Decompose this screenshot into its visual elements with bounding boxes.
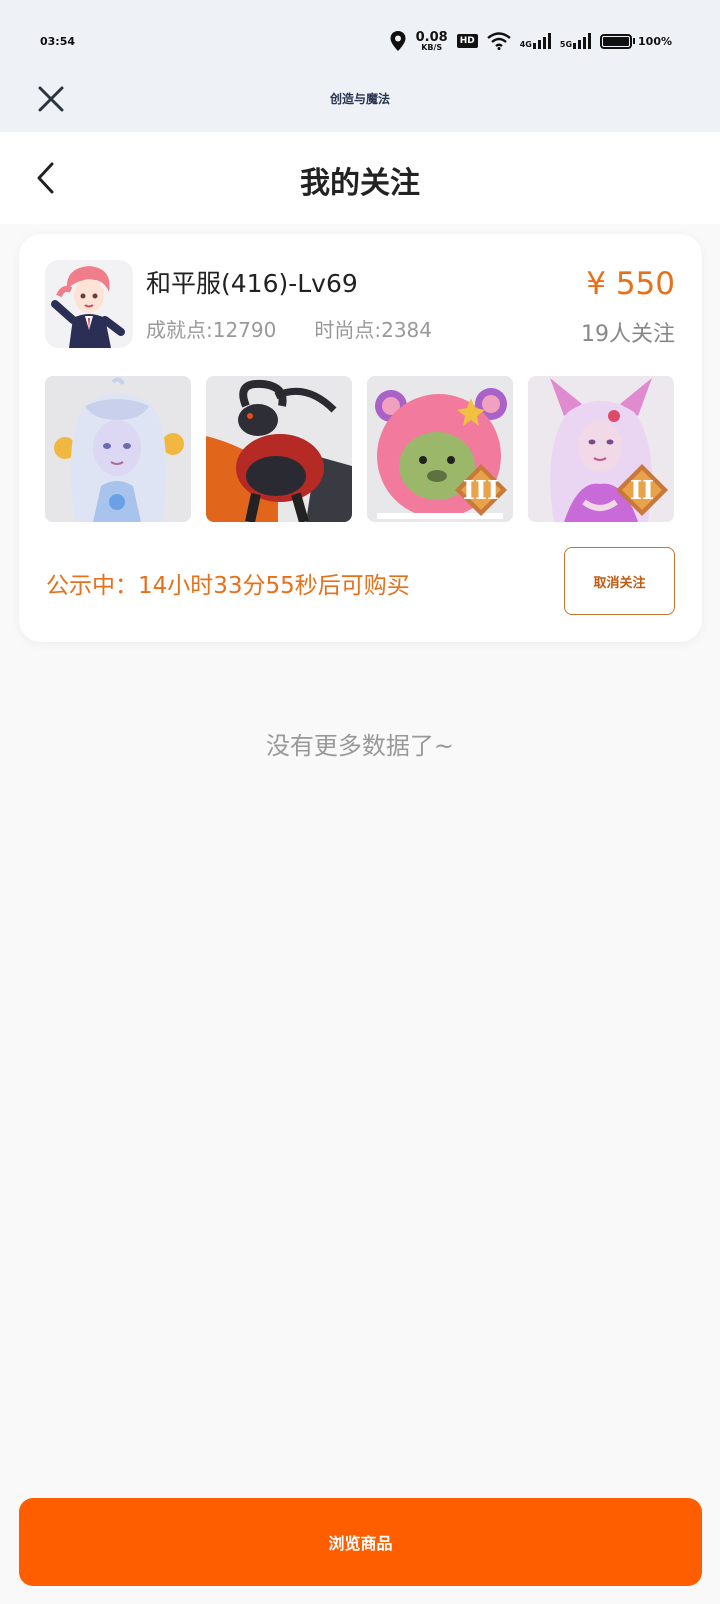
followed-item-card[interactable]: 和平服(416)-Lv69 成就点:12790 时尚点:2384 ¥ 550 1…	[19, 234, 702, 642]
miniprogram-title: 创造与魔法	[329, 92, 390, 106]
price: ¥ 550	[586, 266, 675, 302]
thumbnail-black-goat-beast[interactable]	[206, 376, 352, 522]
character-avatar	[45, 260, 133, 348]
account-stats: 成就点:12790 时尚点:2384	[146, 314, 432, 343]
page-header: 我的关注	[0, 132, 720, 224]
follower-count: 19人关注	[581, 322, 675, 347]
status-bar: 03:54 0.08 KB/S HD 4G 5G 100%	[0, 0, 720, 84]
browse-products-button[interactable]: 浏览商品	[19, 1498, 702, 1586]
thumbnail-fox-ear-character[interactable]: II	[528, 376, 674, 522]
item-thumbnails: III II	[45, 376, 674, 522]
thumbnail-white-hair-character[interactable]	[45, 376, 191, 522]
status-icons: 0.08 KB/S HD 4G 5G 100%	[389, 28, 672, 54]
signal-5g-icon: 5G	[560, 33, 592, 49]
list-end-text: 没有更多数据了~	[265, 732, 455, 760]
unfollow-button[interactable]: 取消关注	[564, 547, 675, 615]
tier-badge: II	[630, 476, 654, 506]
tier-badge: III	[463, 476, 500, 506]
wifi-icon	[486, 32, 511, 50]
achievement-points: 成就点:12790	[146, 318, 277, 342]
location-icon	[390, 31, 406, 51]
account-name: 和平服(416)-Lv69	[146, 269, 358, 298]
publicity-countdown: 公示中：14小时33分55秒后可购买	[46, 573, 410, 599]
miniprogram-titlebar: 创造与魔法	[0, 84, 720, 132]
fashion-points: 时尚点:2384	[314, 318, 433, 342]
page-title: 我的关注	[300, 166, 420, 201]
status-time: 03:54	[40, 35, 76, 48]
thumbnail-pink-bear-costume[interactable]: III	[367, 376, 513, 522]
network-speed: 0.08 KB/S	[415, 29, 448, 52]
signal-4g-icon: 4G	[520, 33, 551, 49]
battery-icon: 100%	[600, 33, 672, 49]
hd-icon: HD	[456, 34, 478, 48]
